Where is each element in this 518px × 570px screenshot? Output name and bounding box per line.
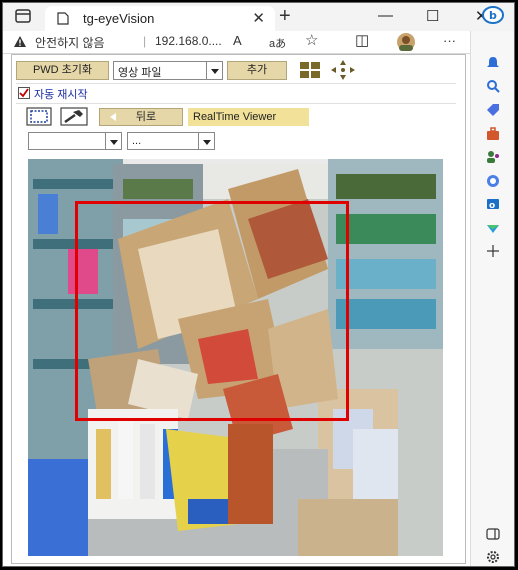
back-button[interactable]: 뒤로 bbox=[99, 108, 183, 126]
send-icon[interactable] bbox=[486, 221, 500, 235]
pwd-reset-button[interactable]: PWD 초기화 bbox=[16, 61, 109, 80]
row-divider bbox=[16, 83, 456, 84]
auto-restart-checkbox[interactable] bbox=[18, 87, 30, 99]
tab-active[interactable]: tg-eyeVision ✕ bbox=[45, 6, 275, 31]
page-content: PWD 초기화 영상 파일 추가 자동 재시작 뒤로 RealTime View… bbox=[11, 54, 466, 564]
office-icon[interactable] bbox=[486, 174, 500, 188]
sidebar-toggle-icon[interactable] bbox=[486, 528, 500, 540]
settings-icon[interactable] bbox=[486, 550, 500, 564]
minimize-button[interactable]: — bbox=[378, 7, 393, 24]
svg-text:b: b bbox=[489, 9, 497, 22]
security-warning-label[interactable]: 안전하지 않음 bbox=[35, 34, 105, 51]
copilot-icon[interactable]: b bbox=[480, 5, 506, 25]
new-tab-button[interactable]: + bbox=[279, 5, 291, 28]
back-arrow-icon bbox=[110, 113, 116, 121]
channel-select-value: ... bbox=[132, 135, 142, 147]
add-icon[interactable] bbox=[486, 244, 500, 258]
chevron-down-icon[interactable] bbox=[198, 133, 214, 149]
search-icon[interactable] bbox=[486, 79, 500, 93]
row-divider-2 bbox=[16, 103, 456, 104]
channel-select[interactable]: ... bbox=[127, 132, 215, 150]
add-button[interactable]: 추가 bbox=[227, 61, 287, 80]
grid-layout-icon[interactable] bbox=[300, 62, 320, 79]
edge-sidebar: b o bbox=[470, 6, 514, 566]
tab-close-icon[interactable]: ✕ bbox=[252, 9, 265, 27]
maximize-button[interactable]: ☐ bbox=[426, 7, 439, 25]
video-frame[interactable] bbox=[28, 159, 443, 556]
tab-actions-icon[interactable] bbox=[15, 9, 31, 23]
tab-bar: tg-eyeVision ✕ + — ☐ ✕ bbox=[3, 3, 514, 31]
read-aloud-icon[interactable]: A bbox=[233, 33, 242, 48]
favorite-icon[interactable]: ☆ bbox=[305, 31, 318, 49]
chevron-down-icon[interactable] bbox=[206, 62, 222, 79]
warning-icon bbox=[14, 36, 26, 47]
select-region-icon[interactable] bbox=[26, 107, 52, 126]
realtime-viewer-button[interactable]: RealTime Viewer bbox=[188, 108, 309, 126]
split-screen-icon[interactable]: ◫ bbox=[355, 31, 369, 49]
detection-box bbox=[75, 201, 349, 421]
chevron-down-icon[interactable] bbox=[105, 133, 121, 149]
browser-window: tg-eyeVision ✕ + — ☐ ✕ 안전하지 않음 | 192.168… bbox=[2, 2, 515, 567]
outlook-icon[interactable]: o bbox=[486, 197, 500, 211]
fullscreen-arrows-icon[interactable] bbox=[330, 59, 356, 81]
more-menu-icon[interactable]: ··· bbox=[443, 33, 456, 48]
back-button-label: 뒤로 bbox=[135, 111, 157, 123]
tag-icon[interactable] bbox=[486, 103, 500, 117]
address-bar: 안전하지 않음 | 192.168.0.... A aあ ☆ ◫ ··· bbox=[3, 31, 470, 53]
camera-select[interactable] bbox=[28, 132, 122, 150]
people-icon[interactable] bbox=[486, 150, 500, 164]
video-file-select-value: 영상 파일 bbox=[118, 67, 162, 79]
toolbox-icon[interactable] bbox=[486, 127, 500, 141]
bell-icon[interactable] bbox=[486, 56, 500, 70]
auto-restart-label[interactable]: 자동 재시작 bbox=[34, 86, 88, 102]
profile-avatar-icon[interactable] bbox=[395, 32, 417, 52]
video-file-select[interactable]: 영상 파일 bbox=[113, 61, 223, 80]
tab-title: tg-eyeVision bbox=[83, 11, 155, 26]
translate-icon[interactable]: aあ bbox=[269, 35, 286, 51]
page-icon bbox=[57, 12, 69, 25]
hammer-icon[interactable] bbox=[60, 107, 88, 126]
address-separator: | bbox=[143, 34, 147, 48]
url-field[interactable]: 192.168.0.... bbox=[155, 34, 222, 48]
svg-text:o: o bbox=[489, 201, 495, 211]
